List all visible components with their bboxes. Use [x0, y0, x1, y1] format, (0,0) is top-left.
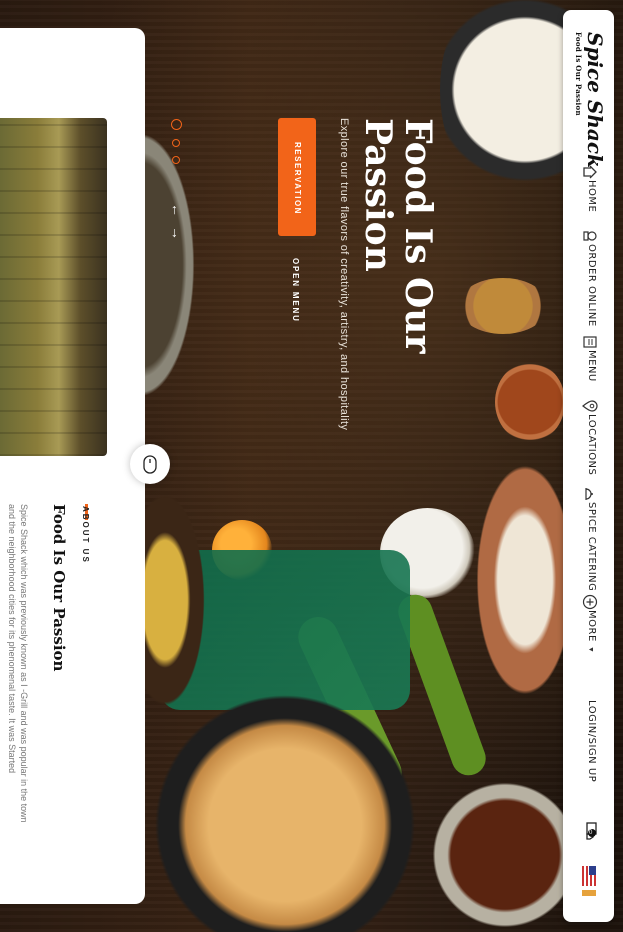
nav-item-order-online[interactable]: ORDER ONLINE — [579, 228, 601, 327]
home-icon — [583, 165, 597, 179]
menu-book-icon — [583, 336, 597, 348]
nav-item-home[interactable]: HOME — [579, 164, 601, 213]
nav-label-more: MORE — [586, 610, 597, 642]
catering-cloche-icon — [585, 488, 593, 500]
us-flag-icon — [582, 866, 596, 886]
nav-item-menu[interactable]: MENU — [579, 334, 601, 386]
nav-label-spice-catering: SPICE CATERING — [586, 502, 597, 592]
nav-item-locations[interactable]: LOCATIONS — [579, 398, 601, 476]
nav-label-locations: LOCATIONS — [586, 414, 597, 476]
hero-subtitle: Explore our true flavors of creativity, … — [338, 118, 350, 431]
plus-circle-icon — [582, 594, 598, 610]
nav-item-spice-catering[interactable]: SPICE CATERING — [579, 486, 601, 592]
brand-tagline: Food Is Our Passion — [574, 32, 583, 116]
language-dropdown-icon — [582, 890, 596, 896]
scroll-mouse-icon[interactable] — [130, 444, 170, 484]
about-title: Food Is Our Passion — [50, 504, 68, 672]
location-icon — [582, 400, 598, 412]
about-body: Spice Shack which was previously known a… — [7, 504, 29, 823]
chevron-down-icon: ▼ — [586, 646, 594, 653]
open-menu-link[interactable]: OPEN MENU — [291, 258, 300, 323]
reservation-button[interactable]: RESERVATION — [278, 118, 316, 236]
slider-next-arrow-icon[interactable]: → — [169, 226, 185, 240]
hero-title: Food Is Our Passion — [357, 118, 439, 354]
slider-prev-arrow-icon[interactable]: ← — [169, 203, 185, 217]
nav-label-order-online: ORDER ONLINE — [586, 244, 597, 327]
login-signup-label: LOGIN/SIGN UP — [586, 700, 597, 783]
nav-label-home: HOME — [586, 180, 597, 213]
language-selector[interactable] — [577, 866, 601, 902]
nav-label-menu: MENU — [586, 350, 597, 382]
slider-dot-3[interactable] — [172, 156, 180, 164]
hero-title-line2: Passion — [357, 118, 399, 272]
about-restaurant-image — [0, 118, 107, 456]
slider-dot-1[interactable] — [171, 119, 182, 130]
cart-button[interactable]: 0 — [579, 820, 601, 844]
hero-title-line1: Food Is Our — [397, 118, 439, 354]
cart-count-badge: 0 — [589, 830, 593, 836]
red-spice-bowl-image — [495, 362, 565, 442]
about-eyebrow: ABOUT US — [81, 506, 90, 564]
chef-icon — [583, 231, 597, 241]
slider-dot-2[interactable] — [172, 139, 180, 147]
reservation-label: RESERVATION — [293, 142, 302, 215]
brand-name: Spice Shack — [583, 32, 607, 168]
brand-logo[interactable]: Spice Shack Food Is Our Passion — [571, 32, 607, 168]
spice-spoon-image — [458, 278, 548, 334]
about-card: ABOUT US Food Is Our Passion Spice Shack… — [0, 28, 145, 904]
side-navbar: Spice Shack Food Is Our Passion HOME ORD… — [563, 10, 614, 922]
login-signup-link[interactable]: LOGIN/SIGN UP — [579, 700, 601, 783]
nav-item-more[interactable]: MORE ▼ — [579, 594, 601, 653]
